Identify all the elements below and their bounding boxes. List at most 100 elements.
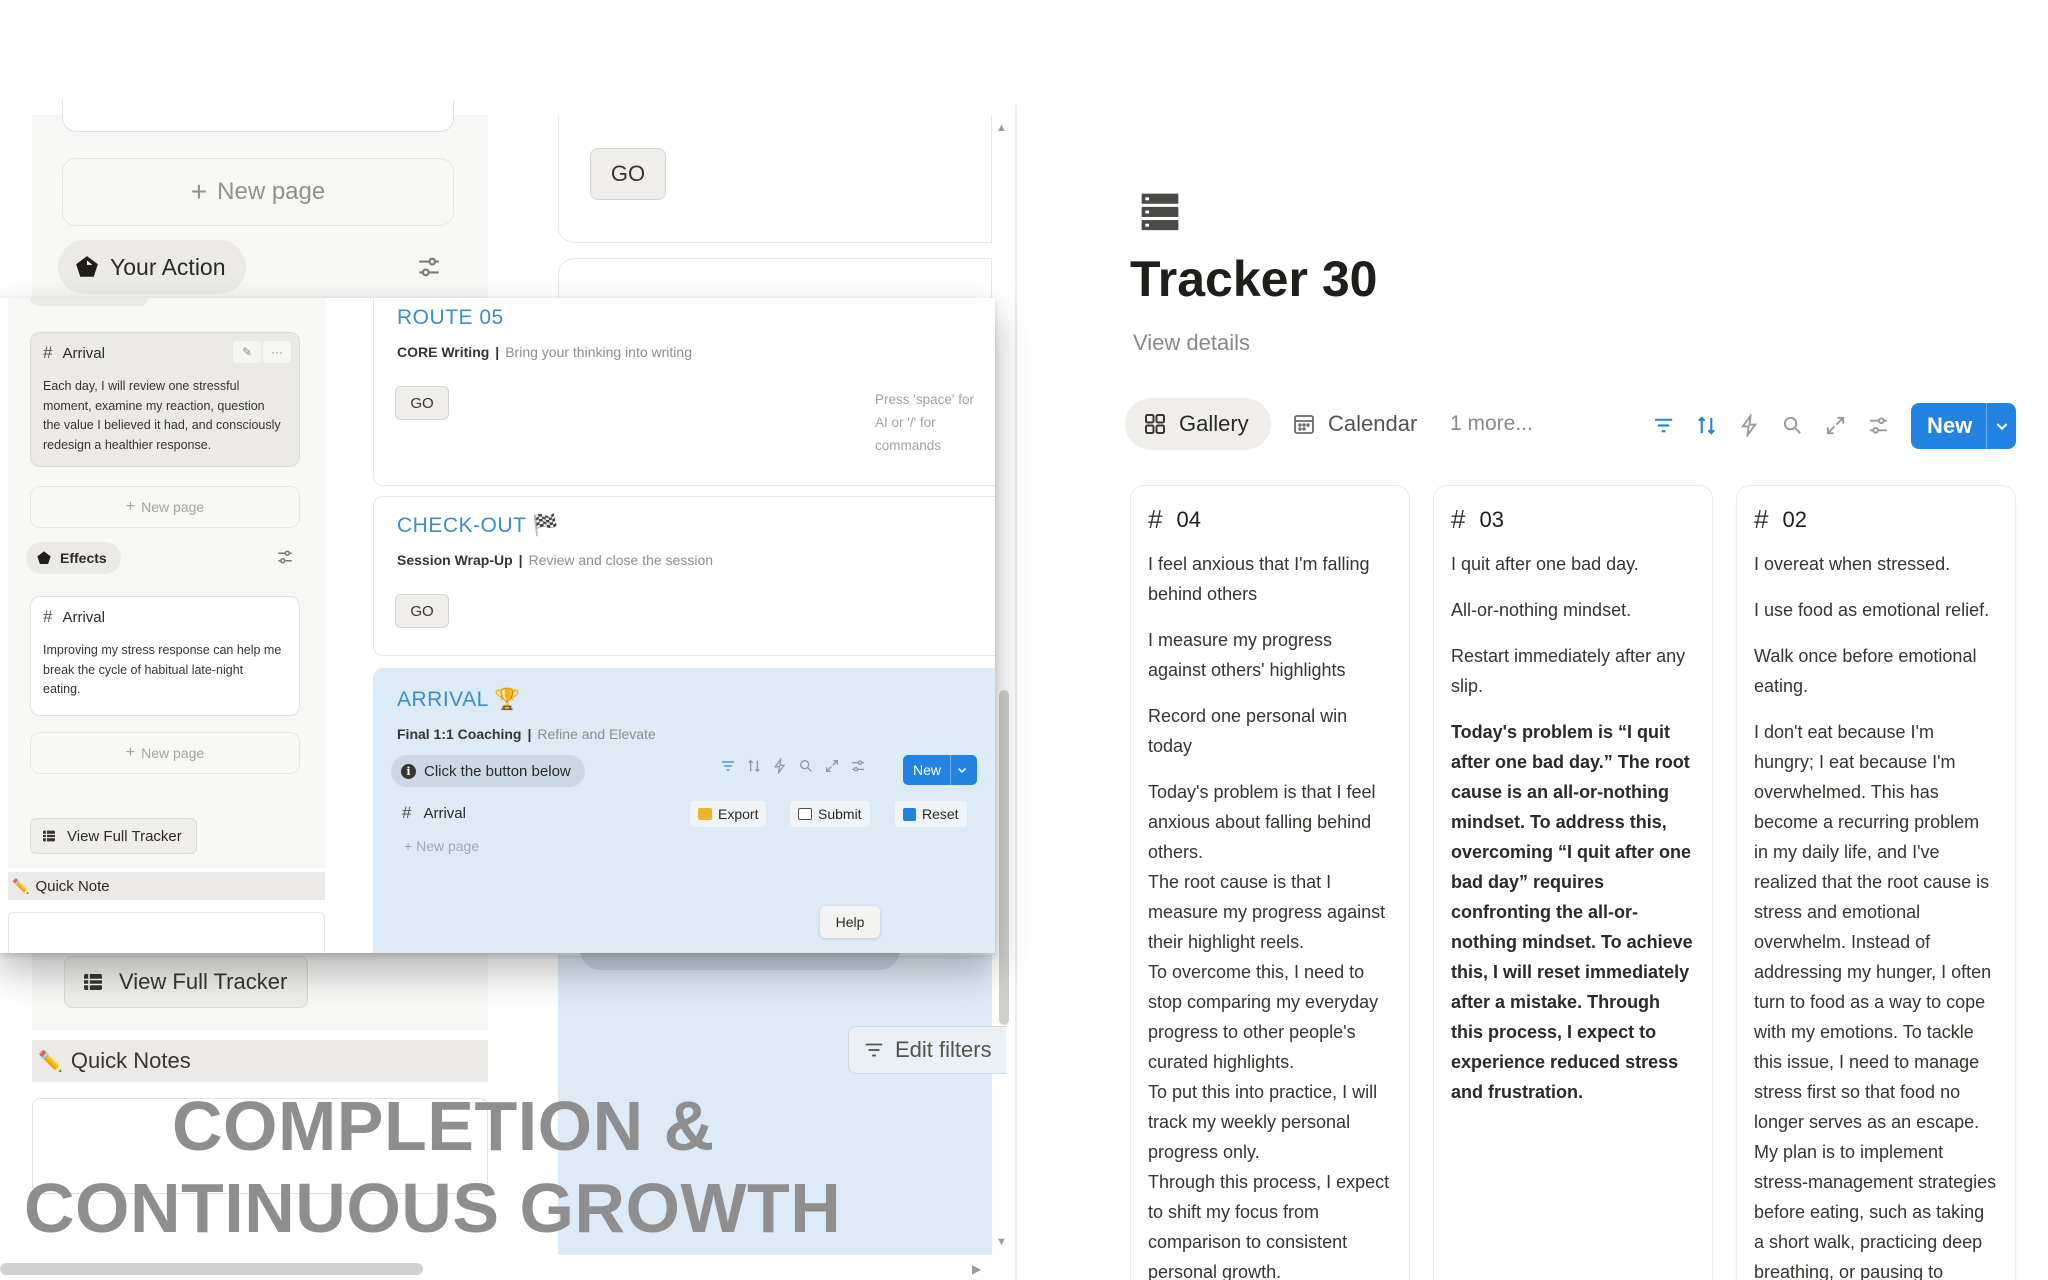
tab-calendar[interactable]: Calendar <box>1292 398 1417 450</box>
gallery-card[interactable]: # 02 I overeat when stressed. I use food… <box>1736 485 2016 1280</box>
sliders-icon[interactable] <box>276 548 294 566</box>
new-label: New <box>1911 403 1988 449</box>
edit-filters-button[interactable]: Edit filters <box>848 1026 1006 1074</box>
route-title[interactable]: ROUTE 05 <box>397 306 504 330</box>
background-view-full-tracker-button[interactable]: View Full Tracker <box>64 956 309 1008</box>
horizontal-scrollbar-thumb[interactable] <box>0 1263 423 1275</box>
table-icon <box>43 830 55 842</box>
calendar-icon <box>1294 415 1314 434</box>
sort-icon[interactable] <box>1695 414 1718 437</box>
route-subtitle-bold: CORE Writing <box>397 344 490 360</box>
card-body-line: The root cause is that I measure my prog… <box>1148 872 1386 952</box>
view-full-tracker-label: View Full Tracker <box>119 969 288 994</box>
view-details-link[interactable]: View details <box>1133 330 1250 356</box>
lightning-icon[interactable] <box>1738 414 1761 437</box>
scroll-right-arrow-icon[interactable]: ▶ <box>972 1262 981 1276</box>
arrival-db-toolbar <box>720 758 866 774</box>
gallery-card[interactable]: # 04 I feel anxious that I'm falling beh… <box>1130 485 1410 1280</box>
overlay-arrival-card-selected[interactable]: # Arrival ✎ ··· Each day, I will review … <box>30 332 300 467</box>
plus-icon: + <box>190 176 208 207</box>
filter-icon[interactable] <box>720 758 736 774</box>
submit-label: Submit <box>818 806 862 822</box>
background-go-button[interactable]: GO <box>590 148 666 200</box>
card-body-line: Today's problem is that I feel anxious a… <box>1148 782 1376 862</box>
arrival-db-row[interactable]: # Arrival <box>402 803 466 823</box>
quick-notes-heading: ✏️ Quick Notes <box>32 1040 488 1082</box>
scroll-up-arrow-icon[interactable]: ▲ <box>996 122 1007 134</box>
export-button[interactable]: Export <box>690 801 767 827</box>
card-summary: Today's problem is “I quit after one bad… <box>1451 722 1693 1102</box>
scrollbar-thumb[interactable] <box>999 690 1009 1025</box>
arrival-title[interactable]: ARRIVAL 🏆 <box>397 688 521 712</box>
card-text: Improving my stress response can help me… <box>43 643 282 696</box>
overlay-view-full-tracker-button[interactable]: View Full Tracker <box>30 818 197 854</box>
arrival-subtitle-bold: Final 1:1 Coaching <box>397 726 522 742</box>
hash-icon: # <box>402 803 412 822</box>
table-icon <box>84 974 102 990</box>
vertical-scrollbar[interactable] <box>996 115 1010 1255</box>
page-title[interactable]: Tracker 30 <box>1130 250 1377 308</box>
more-icon[interactable]: ··· <box>263 341 291 363</box>
sort-icon[interactable] <box>746 758 762 774</box>
tab-gallery[interactable]: Gallery <box>1125 398 1271 450</box>
lightning-icon[interactable] <box>772 758 788 774</box>
expand-icon[interactable] <box>824 758 840 774</box>
card-number: 02 <box>1782 506 1807 532</box>
effects-toggle[interactable]: Effects <box>26 542 121 574</box>
search-icon[interactable] <box>1781 414 1804 437</box>
folder-icon <box>698 808 712 820</box>
route-go-button[interactable]: GO <box>395 386 449 420</box>
quick-notes-label: Quick Notes <box>70 1048 191 1073</box>
pentagon-icon <box>76 256 98 277</box>
database-toolbar <box>1652 414 1890 437</box>
submit-button[interactable]: Submit <box>790 801 870 827</box>
expand-icon[interactable] <box>1824 414 1847 437</box>
card-problem: I quit after one bad day. <box>1451 554 1639 574</box>
quick-note-label: Quick Note <box>35 877 110 895</box>
overlay-quick-note-box[interactable] <box>8 912 325 953</box>
route-subtitle-muted: Bring your thinking into writing <box>505 344 692 360</box>
new-button[interactable]: New <box>1911 403 2016 449</box>
overlay-new-page-button[interactable]: + New page <box>30 732 300 774</box>
your-action-toggle[interactable]: Your Action <box>58 240 246 294</box>
plus-icon: + <box>125 744 136 761</box>
chevron-down-icon[interactable] <box>1987 418 2016 434</box>
new-page-label: New page <box>141 499 205 515</box>
card-title: # 02 <box>1754 504 1998 535</box>
editor-hint: Press 'space' for AI or '/' for commands <box>875 392 974 453</box>
tab-more[interactable]: 1 more... <box>1450 398 1533 450</box>
card-cause: All-or-nothing mindset. <box>1451 600 1632 620</box>
new-label: New <box>903 755 952 785</box>
search-icon[interactable] <box>798 758 814 774</box>
tab-gallery-label: Gallery <box>1179 411 1249 436</box>
sliders-icon[interactable] <box>416 254 442 280</box>
help-button[interactable]: Help <box>820 906 880 938</box>
sliders-icon[interactable] <box>850 758 866 774</box>
scroll-down-arrow-icon[interactable]: ▼ <box>996 1236 1007 1248</box>
card-header: # Arrival <box>43 607 287 627</box>
reset-icon <box>903 807 916 821</box>
overlay-new-page-button[interactable]: + New page <box>30 486 300 528</box>
sliders-icon[interactable] <box>1867 414 1890 437</box>
background-card-top <box>62 100 454 132</box>
card-body-line: To put this into practice, I will track … <box>1148 1082 1378 1162</box>
arrival-new-page[interactable]: + New page <box>404 838 479 854</box>
gallery-card[interactable]: # 03 I quit after one bad day. All-or-no… <box>1433 485 1713 1280</box>
row-title: Arrival <box>423 804 466 822</box>
edit-icon[interactable]: ✎ <box>233 341 261 363</box>
filter-icon[interactable] <box>1652 414 1675 437</box>
card-action: Walk once before emotional eating. <box>1754 646 1977 696</box>
background-new-page-button[interactable]: + New page <box>62 158 454 226</box>
checkout-go-button[interactable]: GO <box>395 594 449 628</box>
new-page-label: New page <box>416 838 480 854</box>
chevron-down-icon[interactable] <box>951 764 973 776</box>
card-body-line: To overcome this, I need to stop compari… <box>1148 962 1379 1072</box>
arrival-new-button[interactable]: New <box>903 755 977 785</box>
click-instruction-callout: i Click the button below <box>391 755 585 787</box>
checkout-title[interactable]: CHECK-OUT 🏁 <box>397 514 559 538</box>
overlay-tab-stub <box>30 298 148 306</box>
reset-button[interactable]: Reset <box>895 801 967 827</box>
arrival-subtitle: Final 1:1 Coaching | Refine and Elevate <box>397 726 656 742</box>
card-action: Record one personal win today <box>1148 706 1348 756</box>
overlay-arrival-card[interactable]: # Arrival Improving my stress response c… <box>30 596 300 716</box>
